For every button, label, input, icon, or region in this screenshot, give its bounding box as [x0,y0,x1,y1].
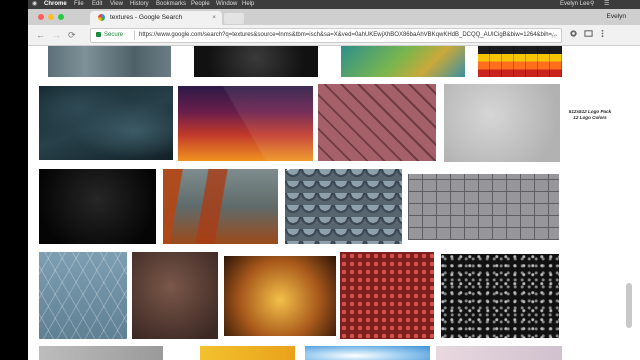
cast-icon[interactable] [584,29,593,38]
image-result[interactable] [441,254,559,338]
menu-help[interactable]: Help [242,0,254,9]
image-result[interactable] [436,346,562,360]
scrollbar-thumb[interactable] [626,283,632,328]
extension-icon[interactable] [569,29,578,38]
image-result[interactable] [478,46,562,77]
back-button[interactable]: ← [36,29,45,41]
image-result[interactable] [132,252,218,339]
secure-label: Secure [104,32,124,38]
minimize-window-icon[interactable] [48,14,54,20]
apple-menu-icon[interactable]: ◉ [32,0,37,9]
image-result[interactable] [285,169,402,244]
image-result[interactable] [48,46,171,77]
image-result[interactable] [408,174,559,240]
menu-app-name[interactable]: Chrome [44,0,67,9]
image-result[interactable] [341,46,465,77]
menu-edit[interactable]: Edit [92,0,102,9]
close-window-icon[interactable] [38,14,44,20]
screen: ◉ Chrome File Edit View History Bookmark… [0,0,640,360]
image-result[interactable] [305,346,430,360]
url-text: https://www.google.com/search?q=textures… [139,32,558,38]
bookmark-star-icon[interactable]: ☆ [550,29,557,42]
menu-window[interactable]: Window [216,0,237,9]
browser-tab[interactable]: textures - Google Search × [90,11,222,25]
image-result[interactable] [163,169,278,244]
mouse-cursor-icon: ➤ [285,163,294,174]
menu-history[interactable]: History [130,0,149,9]
image-result[interactable] [340,252,434,339]
image-result[interactable] [318,84,436,161]
image-result[interactable] [39,346,163,360]
google-favicon-icon [98,14,105,21]
list-icon[interactable]: ☰ [604,0,609,9]
image-results: 512x512 Logo Pack 12 Logo Colors ➤ [28,46,640,360]
image-result[interactable] [224,256,336,336]
tab-title: textures - Google Search [110,14,183,21]
menu-user-name[interactable]: Evelyn Lee [560,0,590,9]
tab-close-icon[interactable]: × [212,11,216,25]
caption-line: 12 Logo Colors [573,115,607,120]
image-result[interactable] [39,169,156,244]
image-result[interactable] [39,86,173,160]
forward-button[interactable]: → [52,29,61,41]
menu-people[interactable]: People [191,0,210,9]
image-result[interactable] [178,86,313,161]
tab-strip: textures - Google Search × Evelyn [28,9,640,25]
address-separator [134,31,135,40]
address-bar[interactable]: Secure https://www.google.com/search?q=t… [90,28,562,43]
menu-dots-icon[interactable] [598,29,607,38]
browser-toolbar: ← → ⟳ Secure https://www.google.com/sear… [28,25,640,46]
mac-menu-bar: ◉ Chrome File Edit View History Bookmark… [28,0,640,9]
search-icon[interactable]: ⚲ [590,0,594,9]
lock-icon [96,32,101,37]
image-result[interactable] [194,46,318,77]
profile-name[interactable]: Evelyn [606,9,626,25]
logo-pack-caption: 512x512 Logo Pack 12 Logo Colors [564,109,616,121]
image-result[interactable] [39,252,127,339]
image-result[interactable] [444,84,560,162]
menu-view[interactable]: View [110,0,123,9]
image-result[interactable] [200,346,295,360]
zoom-window-icon[interactable] [58,14,64,20]
new-tab-button[interactable] [224,13,244,24]
menu-file[interactable]: File [74,0,84,9]
menu-bookmarks[interactable]: Bookmarks [156,0,186,9]
reload-button[interactable]: ⟳ [68,29,76,41]
